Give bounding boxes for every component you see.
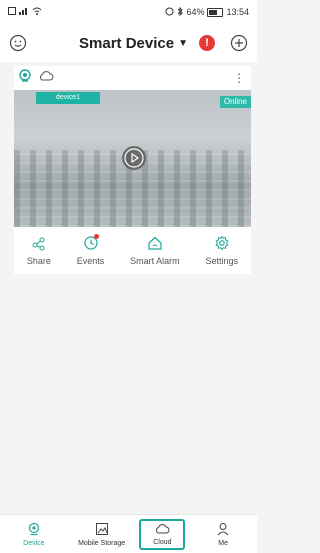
bottom-tab-bar: Device Mobile Storage Cloud Me — [0, 514, 257, 553]
device-card[interactable]: ⋮ device1 Online Share Events Smart Alar… — [14, 66, 251, 274]
battery-icon — [207, 7, 224, 17]
alert-badge-icon[interactable]: ! — [199, 35, 215, 51]
share-label: Share — [26, 256, 51, 266]
tab-mobile-storage-label: Mobile Storage — [78, 539, 126, 547]
cloud-icon — [154, 523, 170, 537]
device-name-label: device1 — [36, 92, 100, 104]
tab-me-label: Me — [218, 539, 228, 547]
device-group-selector[interactable]: Smart Device ▼ — [79, 35, 188, 52]
wifi-icon — [32, 7, 42, 17]
gear-icon — [214, 235, 230, 253]
tab-device[interactable]: Device — [4, 522, 64, 547]
person-icon — [216, 522, 230, 538]
home-alarm-icon — [147, 235, 163, 253]
smart-alarm-button[interactable]: Smart Alarm — [130, 235, 180, 266]
tab-mobile-storage[interactable]: Mobile Storage — [72, 522, 132, 547]
battery-percent: 64% — [186, 7, 205, 17]
events-notification-dot — [94, 234, 100, 239]
caret-down-icon: ▼ — [178, 37, 188, 49]
smart-alarm-label: Smart Alarm — [130, 256, 180, 266]
status-time: 13:54 — [226, 7, 249, 17]
bluetooth-icon — [177, 6, 184, 18]
status-right-icons: 64% 13:54 — [165, 6, 249, 18]
camera-location-icon — [18, 68, 32, 88]
cloud-outline-icon — [38, 69, 54, 87]
add-device-icon[interactable] — [229, 33, 249, 53]
device-actions: Share Events Smart Alarm Settings — [14, 227, 251, 274]
video-preview[interactable]: device1 Online — [14, 90, 251, 227]
smiley-icon[interactable] — [8, 33, 28, 53]
camera-icon — [27, 522, 41, 538]
image-icon — [95, 522, 109, 538]
signal-icon — [19, 7, 29, 17]
settings-label: Settings — [205, 256, 239, 266]
online-status-badge: Online — [219, 96, 251, 108]
share-icon — [31, 235, 47, 253]
tab-cloud-label: Cloud — [153, 538, 172, 546]
notification-icon — [8, 7, 16, 17]
status-bar: 64% 13:54 — [0, 0, 257, 24]
alarm-icon — [165, 7, 174, 18]
events-button[interactable]: Events — [76, 234, 105, 266]
tab-cloud[interactable]: Cloud — [139, 518, 186, 550]
more-options-icon[interactable]: ⋮ — [233, 71, 247, 85]
tab-me[interactable]: Me — [193, 522, 253, 547]
tab-device-label: Device — [23, 539, 45, 547]
settings-button[interactable]: Settings — [205, 235, 239, 266]
page-title: Smart Device — [79, 34, 175, 52]
play-icon[interactable] — [122, 146, 146, 170]
events-label: Events — [76, 256, 105, 266]
app-header: Smart Device ▼ ! — [0, 24, 257, 62]
share-button[interactable]: Share — [27, 235, 51, 266]
status-left-icons — [8, 7, 42, 17]
